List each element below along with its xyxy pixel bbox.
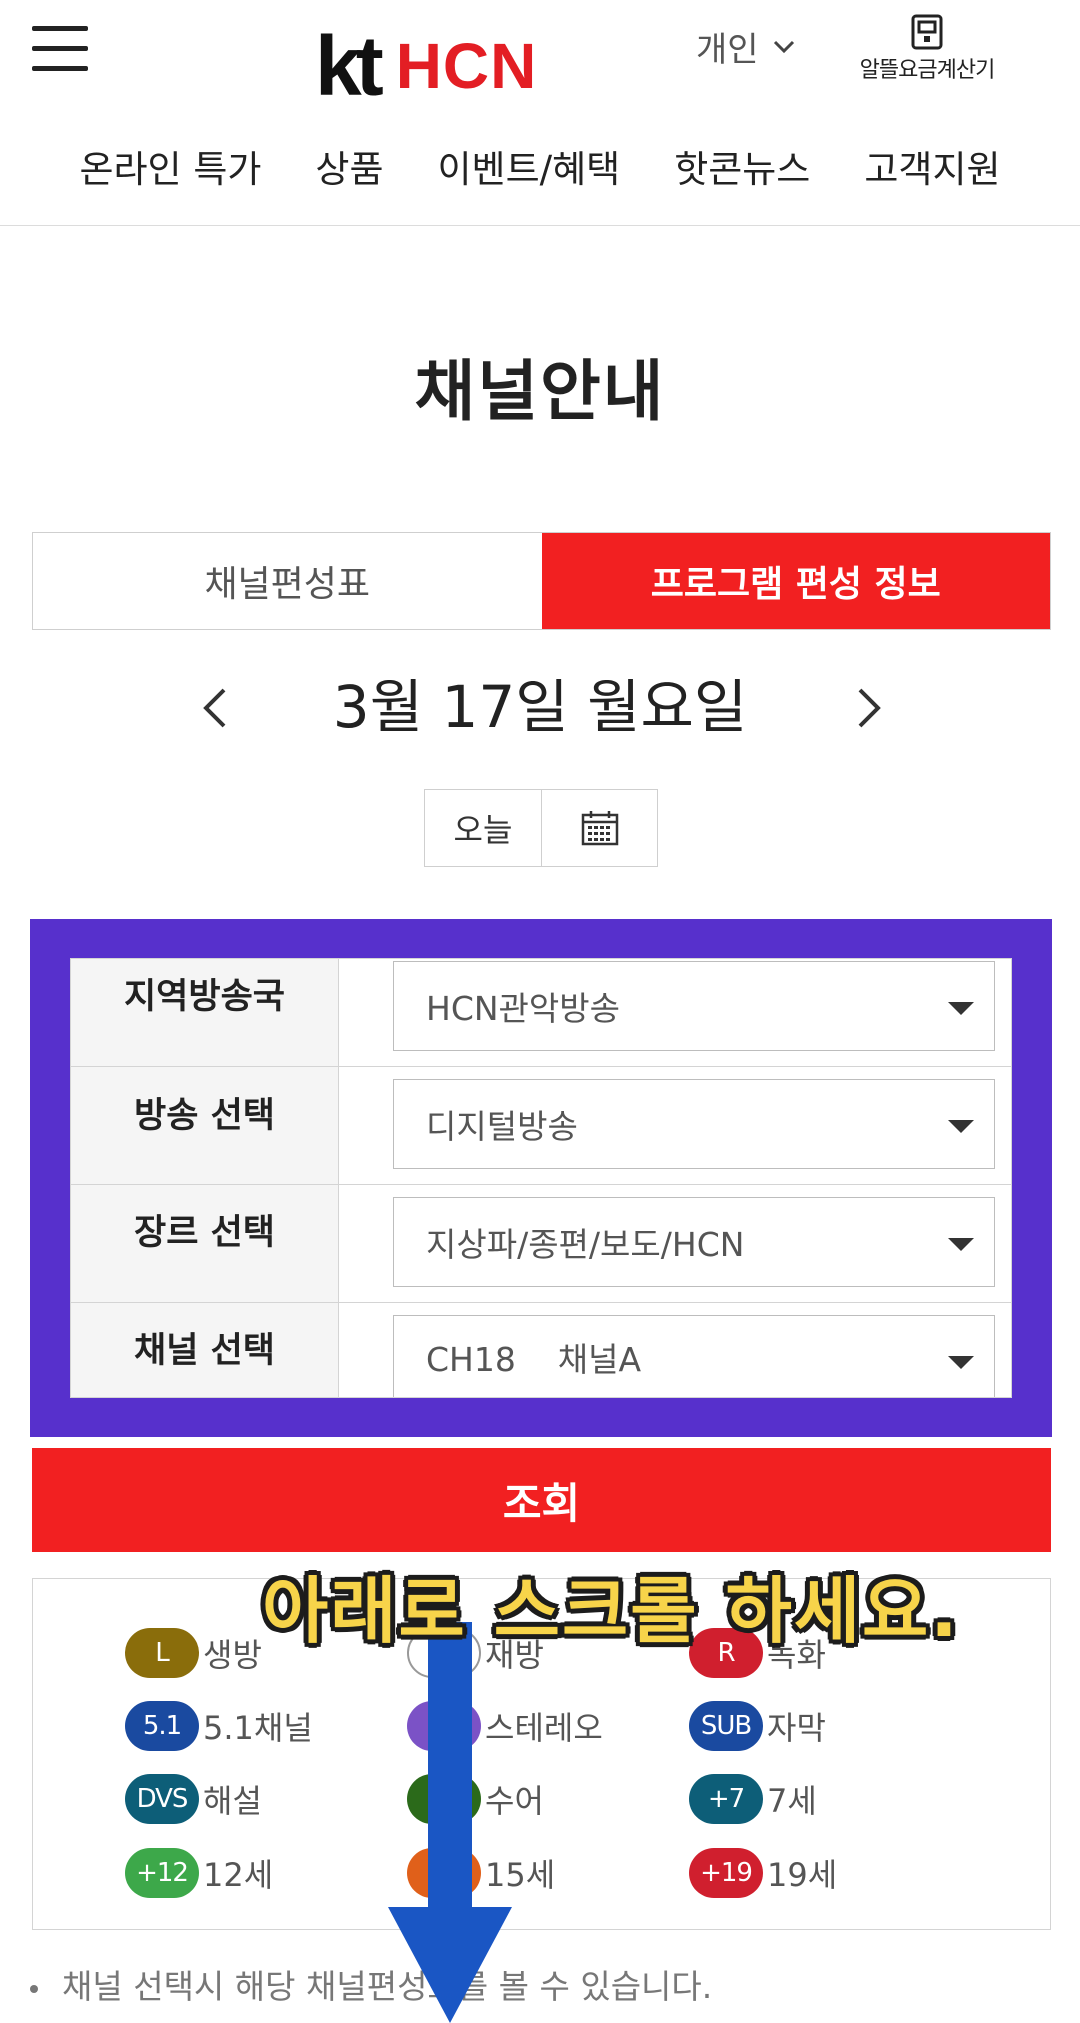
main-nav: 온라인 특가 상품 이벤트/혜택 핫콘뉴스 고객지원 — [0, 140, 1080, 226]
kt-hcn-logo[interactable]: kt HCN — [315, 19, 538, 113]
calendar-icon — [581, 811, 618, 846]
calendar-button[interactable] — [542, 790, 657, 866]
region-select[interactable]: HCN관악방송 — [393, 961, 995, 1051]
filter-row-channel: 채널 선택 CH18 채널A — [71, 1303, 1011, 1397]
filter-label-broadcast: 방송 선택 — [71, 1067, 339, 1184]
legend-badge: SUB — [689, 1701, 763, 1751]
legend-item: SUB 자막 — [689, 1700, 826, 1752]
logo-hcn-text: HCN — [395, 30, 538, 102]
dropdown-caret-icon — [948, 1002, 974, 1015]
legend-text: 5.1채널 — [203, 1709, 313, 1747]
legend-badge: +19 — [689, 1848, 763, 1898]
nav-online-special[interactable]: 온라인 특가 — [52, 140, 288, 225]
legend-text: 자막 — [767, 1709, 826, 1747]
legend-item: 5.1 5.1채널 — [125, 1700, 313, 1752]
legend-text: 7세 — [767, 1782, 817, 1820]
page-title: 채널안내 — [414, 353, 666, 430]
broadcast-select-value: 디지털방송 — [426, 1107, 578, 1146]
notice-text: 채널 선택시 해당 채널편성표를 볼 수 있습니다. — [30, 1960, 712, 2008]
filter-label-region: 지역방송국 — [71, 959, 339, 1066]
region-select-value: HCN관악방송 — [426, 989, 620, 1028]
filter-row-broadcast: 방송 선택 디지털방송 — [71, 1067, 1011, 1185]
filter-label-channel: 채널 선택 — [71, 1303, 339, 1397]
filter-label-genre: 장르 선택 — [71, 1185, 339, 1302]
logo-kt-text: kt — [315, 19, 384, 113]
dropdown-caret-icon — [948, 1238, 974, 1251]
legend-badge: +12 — [125, 1848, 199, 1898]
date-label: 3월 17일 월요일 — [332, 673, 748, 741]
legend-item: DVS 해설 — [125, 1773, 262, 1825]
next-day-icon[interactable] — [848, 688, 888, 728]
filter-table: 지역방송국 HCN관악방송 방송 선택 디지털방송 장르 선택 지상파/종편/보… — [70, 958, 1012, 1398]
legend-text: 12세 — [203, 1856, 274, 1894]
nav-products[interactable]: 상품 — [288, 140, 410, 225]
tab-program-info[interactable]: 프로그램 편성 정보 — [541, 533, 1050, 629]
legend-badge: L — [125, 1628, 199, 1678]
genre-select-value: 지상파/종편/보도/HCN — [426, 1225, 745, 1264]
persona-label: 개인 — [696, 30, 759, 70]
legend-item: +12 12세 — [125, 1847, 273, 1899]
today-button[interactable]: 오늘 — [425, 790, 542, 866]
legend-text: 19세 — [767, 1856, 838, 1894]
nav-news[interactable]: 핫콘뉴스 — [647, 140, 837, 225]
legend-badge: 5.1 — [125, 1701, 199, 1751]
calculator-label: 알뜰요금계산기 — [859, 58, 996, 83]
date-controls: 오늘 — [424, 789, 658, 867]
legend-item: +19 19세 — [689, 1847, 837, 1899]
scroll-down-arrow-icon — [388, 1622, 512, 2023]
calculator-icon — [911, 14, 943, 50]
legend-badge: DVS — [125, 1774, 199, 1824]
chevron-down-icon — [773, 40, 794, 53]
legend-item: +7 7세 — [689, 1773, 817, 1825]
search-button[interactable]: 조회 — [32, 1448, 1051, 1552]
legend-item: L 생방 — [125, 1627, 262, 1679]
legend-badge: +7 — [689, 1774, 763, 1824]
broadcast-select[interactable]: 디지털방송 — [393, 1079, 995, 1169]
genre-select[interactable]: 지상파/종편/보도/HCN — [393, 1197, 995, 1287]
legend-text: 해설 — [203, 1782, 262, 1820]
dropdown-caret-icon — [948, 1356, 974, 1369]
calculator-button[interactable]: 알뜰요금계산기 — [852, 14, 1002, 84]
tab-bar: 채널편성표 프로그램 편성 정보 — [32, 532, 1051, 630]
filter-row-region: 지역방송국 HCN관악방송 — [71, 959, 1011, 1067]
legend-text: 생방 — [203, 1636, 262, 1674]
dropdown-caret-icon — [948, 1120, 974, 1133]
channel-select[interactable]: CH18 채널A — [393, 1315, 995, 1397]
tab-channel-schedule[interactable]: 채널편성표 — [33, 533, 542, 629]
nav-support[interactable]: 고객지원 — [837, 140, 1027, 225]
scroll-instruction-caption: 아래로 스크롤 하세요. — [262, 1569, 960, 1653]
menu-icon[interactable] — [32, 26, 88, 72]
nav-events[interactable]: 이벤트/혜택 — [411, 140, 648, 225]
filter-row-genre: 장르 선택 지상파/종편/보도/HCN — [71, 1185, 1011, 1303]
persona-dropdown[interactable]: 개인 — [696, 22, 795, 71]
channel-select-value: CH18 채널A — [426, 1339, 642, 1379]
bullet-icon — [30, 1984, 38, 1993]
